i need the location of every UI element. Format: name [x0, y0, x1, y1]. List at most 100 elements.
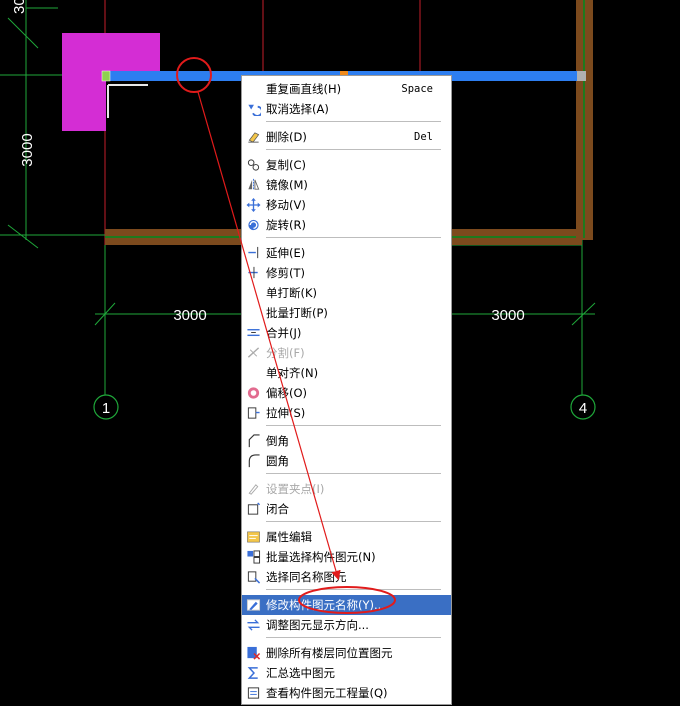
menu-item-label: 修剪(T) [266, 266, 305, 280]
menu-separator [266, 121, 441, 122]
menu-item-label: 单打断(K) [266, 286, 318, 300]
menu-separator [266, 521, 441, 522]
beam-grip-handle[interactable] [577, 71, 586, 81]
menu-item-label: 选择同名称图元 [266, 570, 347, 584]
rename-icon [246, 598, 261, 612]
undo-icon [246, 102, 263, 117]
menu-item-label: 镜像(M) [266, 178, 308, 192]
menu-item-label: 闭合 [266, 502, 289, 516]
menu-item-label: 取消选择(A) [266, 102, 329, 116]
offset-icon [246, 386, 261, 400]
menu-item-10[interactable]: 批量打断(P) [242, 303, 451, 323]
axis-bubble-label: 4 [579, 400, 587, 417]
rotate-icon [246, 218, 261, 232]
menu-item-7[interactable]: 延伸(E) [242, 243, 451, 263]
fillet-icon [246, 454, 261, 468]
dimension-label: 3000 [173, 307, 206, 324]
column[interactable] [62, 33, 160, 71]
quantity-icon [246, 686, 261, 700]
dimension-label-vertical: 3000 [19, 133, 36, 166]
menu-item-24[interactable]: 调整图元显示方向... [242, 615, 451, 635]
menu-item-20[interactable]: 属性编辑 [242, 527, 451, 547]
menu-item-17[interactable]: 圆角 [242, 451, 451, 471]
menu-item-label: 批量打断(P) [266, 306, 328, 320]
menu-item-label: 删除(D) [266, 130, 307, 144]
move-icon [246, 198, 261, 212]
menu-item-4[interactable]: 镜像(M) [242, 175, 451, 195]
menu-item-12: 分割(F) [242, 343, 451, 363]
menu-separator [266, 425, 441, 426]
menu-item-3[interactable]: 复制(C) [242, 155, 451, 175]
menu-item-label: 修改构件图元名称(Y)... [266, 598, 385, 612]
batch-select-icon [246, 550, 261, 564]
extend-icon [246, 246, 261, 260]
menu-item-19[interactable]: 闭合 [242, 499, 451, 519]
dimension-label-vertical: 3000 [11, 0, 28, 14]
menu-item-label: 延伸(E) [266, 246, 306, 260]
sum-icon [246, 666, 261, 680]
menu-item-15[interactable]: 拉伸(S) [242, 403, 451, 423]
menu-item-label: 偏移(O) [266, 386, 308, 400]
menu-item-label: 调整图元显示方向... [266, 618, 369, 632]
dimension-label: 3000 [491, 307, 524, 324]
menu-separator [266, 237, 441, 238]
stretch-icon [246, 406, 261, 420]
menu-item-label: 批量选择构件图元(N) [266, 550, 376, 564]
menu-item-16[interactable]: 倒角 [242, 431, 451, 451]
merge-icon [246, 326, 261, 340]
menu-item-shortcut: Space [401, 83, 433, 95]
menu-item-label: 分割(F) [266, 346, 305, 360]
axis-bubble-label: 1 [102, 400, 110, 417]
menu-item-label: 圆角 [266, 454, 289, 468]
menu-item-0[interactable]: 重复画直线(H) Space [242, 79, 451, 99]
context-menu[interactable]: 重复画直线(H) Space 取消选择(A) 删除(D) Del 复制(C) 镜像(M) 移动… [241, 75, 452, 705]
copy-icon [246, 158, 261, 172]
menu-item-13[interactable]: 单对齐(N) [242, 363, 451, 383]
beam-grip-handle[interactable] [101, 70, 111, 82]
column[interactable] [62, 71, 106, 131]
menu-item-18: 设置夹点(I) [242, 479, 451, 499]
menu-separator [266, 473, 441, 474]
menu-item-25[interactable]: 删除所有楼层同位置图元 [242, 643, 451, 663]
mirror-icon [246, 178, 261, 192]
grid-line [7, 224, 39, 249]
menu-item-label: 属性编辑 [266, 530, 312, 544]
menu-item-label: 旋转(R) [266, 218, 306, 232]
menu-item-2[interactable]: 删除(D) Del [242, 127, 451, 147]
menu-item-label: 汇总选中图元 [266, 666, 335, 680]
chamfer-icon [246, 434, 261, 448]
menu-item-26[interactable]: 汇总选中图元 [242, 663, 451, 683]
grid-line [7, 17, 39, 49]
menu-item-23[interactable]: 修改构件图元名称(Y)... [242, 595, 451, 615]
menu-item-21[interactable]: 批量选择构件图元(N) [242, 547, 451, 567]
close-shape-icon [246, 502, 261, 516]
same-name-icon [246, 570, 261, 584]
eraser-icon [246, 130, 261, 144]
menu-item-label: 拉伸(S) [266, 406, 306, 420]
split-icon [246, 346, 261, 360]
wall-core-line [583, 0, 585, 238]
menu-item-11[interactable]: 合并(J) [242, 323, 451, 343]
menu-item-label: 单对齐(N) [266, 366, 319, 380]
menu-separator [266, 589, 441, 590]
menu-item-label: 合并(J) [266, 326, 302, 340]
menu-item-label: 倒角 [266, 434, 289, 448]
menu-item-5[interactable]: 移动(V) [242, 195, 451, 215]
menu-item-label: 删除所有楼层同位置图元 [266, 646, 393, 660]
menu-item-27[interactable]: 查看构件图元工程量(Q) [242, 683, 451, 703]
menu-item-9[interactable]: 单打断(K) [242, 283, 451, 303]
grip-icon [246, 482, 261, 496]
menu-item-label: 复制(C) [266, 158, 307, 172]
menu-item-8[interactable]: 修剪(T) [242, 263, 451, 283]
menu-separator [266, 149, 441, 150]
menu-item-6[interactable]: 旋转(R) [242, 215, 451, 235]
trim-icon [246, 266, 261, 280]
menu-item-label: 移动(V) [266, 198, 306, 212]
menu-item-label: 重复画直线(H) [266, 82, 342, 96]
menu-item-shortcut: Del [414, 131, 433, 143]
properties-icon [246, 530, 261, 544]
menu-separator [266, 637, 441, 638]
menu-item-1[interactable]: 取消选择(A) [242, 99, 451, 119]
menu-item-22[interactable]: 选择同名称图元 [242, 567, 451, 587]
menu-item-14[interactable]: 偏移(O) [242, 383, 451, 403]
